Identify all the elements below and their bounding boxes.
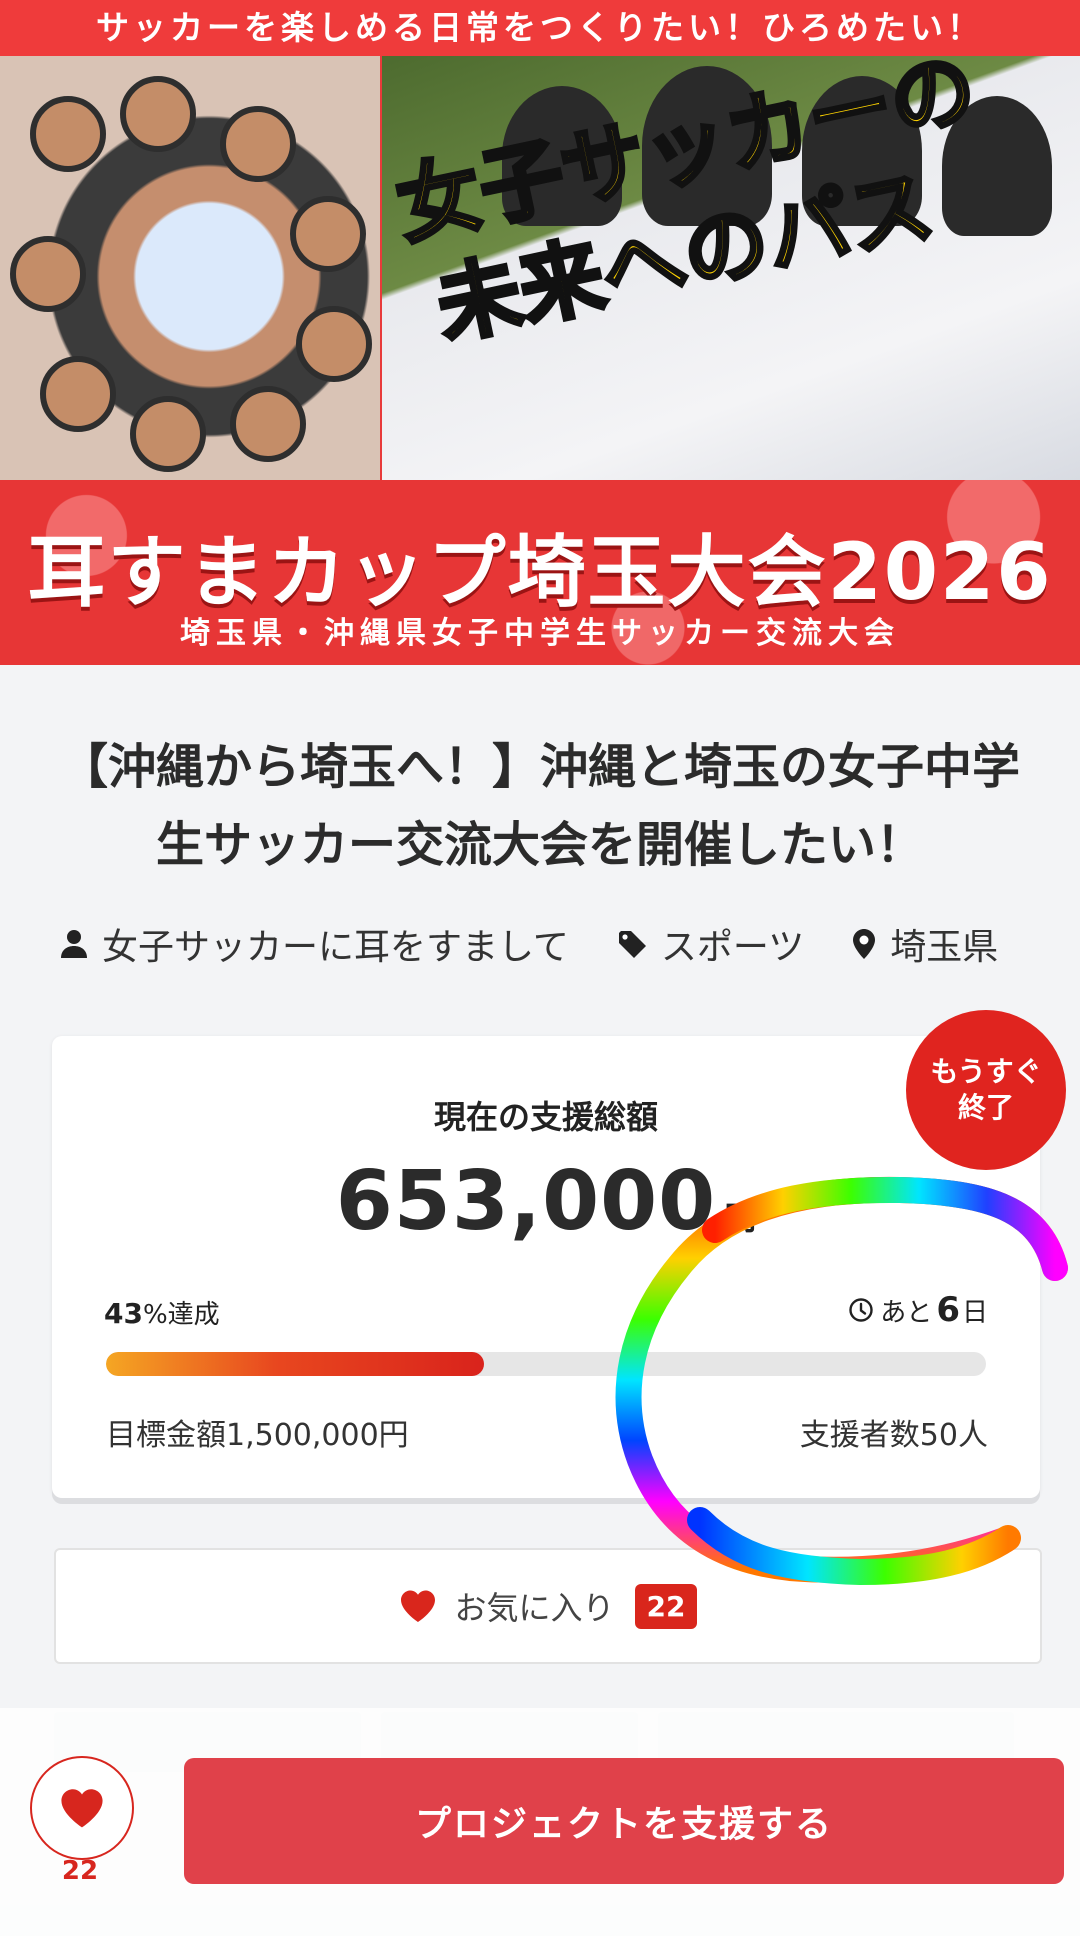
hero-subtitle: 埼玉県・沖縄県女子中学生サッカー交流大会 [180,616,900,651]
amount-row: 653,000 円 [52,1154,1040,1249]
badge-line-1: もうすぐ [930,1055,1042,1088]
tag-icon [618,931,646,958]
owner-name: 女子サッカーに耳をすまして [102,927,569,968]
map-pin-icon [853,929,876,959]
badge-line-2: 終了 [957,1091,1014,1124]
location-link[interactable]: 埼玉県 [852,918,998,970]
location-name: 埼玉県 [890,927,999,968]
category-name: スポーツ [660,927,805,968]
project-title: 【沖縄から埼玉へ！】沖縄と埼玉の女子中学生サッカー交流大会を開催したい！ [60,739,1021,873]
achievement-percent: 43 [104,1297,143,1330]
backer-count: 支援者数50人 [799,1418,988,1453]
total-amount: 653,000 [335,1154,717,1249]
favorite-count-badge: 22 [634,1583,698,1629]
total-label: 現在の支援総額 [433,1098,658,1136]
amount-unit: 円 [724,1199,757,1237]
remaining-prefix: あと [880,1297,933,1328]
favorite-button[interactable]: お気に入り 22 [54,1548,1042,1664]
category-link[interactable]: スポーツ [617,918,804,970]
team-photo-left [0,56,380,480]
like-count: 22 [61,1856,99,1886]
project-meta: 女子サッカーに耳をすまして スポーツ 埼玉県 [60,918,1030,970]
progress-bar-fill [106,1352,485,1376]
progress-bar [106,1352,986,1376]
support-project-button[interactable]: プロジェクトを支援する [184,1758,1064,1884]
favorite-label: お気に入り [454,1589,615,1627]
like-button[interactable] [30,1756,134,1860]
heart-icon [400,1590,435,1622]
clock-icon [849,1298,873,1322]
hero-catchphrase: 女子サッカーの 未来へのパス [386,37,1078,440]
goal-amount: 目標金額1,500,000円 [106,1418,409,1453]
remaining-days: 6 [936,1290,960,1330]
remaining-unit: 日 [961,1297,988,1328]
owner-link[interactable]: 女子サッカーに耳をすまして [60,918,569,970]
hero-title-panel: 耳すまカップ埼玉大会2026 埼玉県・沖縄県女子中学生サッカー交流大会 [0,480,1080,665]
funding-card: 現在の支援総額 653,000 円 43%達成 あと 6 日 目標金額1,500,… [52,1036,1040,1498]
ending-soon-badge: もうすぐ 終了 [906,1010,1066,1170]
user-icon [61,930,87,958]
hero-title: 耳すまカップ埼玉大会2026 [27,528,1053,618]
heart-icon [61,1789,103,1828]
achievement-suffix: %達成 [142,1300,220,1330]
hero-banner: サッカーを楽しめる日常をつくりたい！ひろめたい！ 女子サッカーの 未来へのパス … [0,0,1080,665]
achievement-rate: 43%達成 [104,1294,220,1331]
remaining-time: あと 6 日 [848,1290,988,1330]
